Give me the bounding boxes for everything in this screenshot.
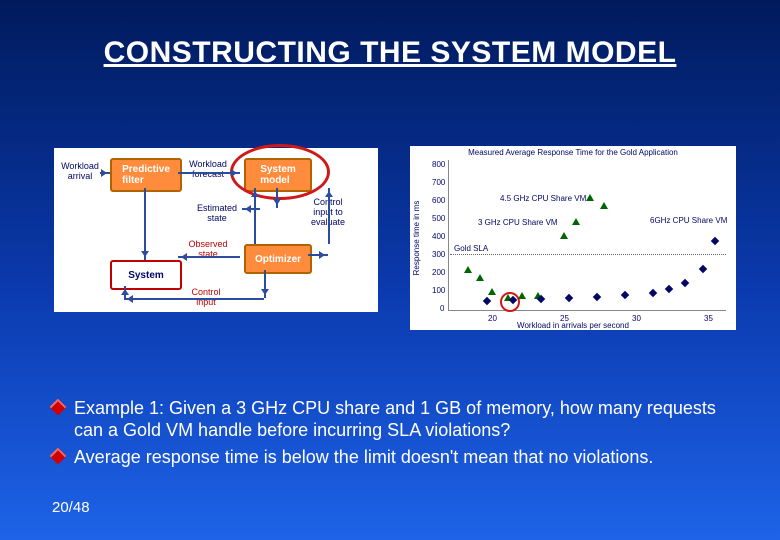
- diamond-bullet-icon: [50, 447, 67, 464]
- arrow-icon: [178, 172, 240, 174]
- xtick: 25: [560, 314, 569, 323]
- point-icon: [699, 265, 707, 273]
- point-icon: [665, 285, 673, 293]
- series1-label: 4.5 GHz CPU Share VM: [500, 194, 586, 203]
- arrow-icon: [124, 298, 264, 300]
- point-icon: [488, 288, 496, 295]
- predictive-filter-box: Predictivefilter: [110, 158, 182, 192]
- ytick: 100: [432, 286, 445, 295]
- point-icon: [537, 295, 545, 303]
- optimizer-box: Optimizer: [244, 244, 312, 274]
- point-icon: [518, 292, 526, 299]
- point-icon: [649, 289, 657, 297]
- point-icon: [593, 293, 601, 301]
- estimated-state-label: Estimatedstate: [192, 204, 242, 224]
- gold-sla-line: [450, 254, 726, 255]
- diamond-bullet-icon: [50, 398, 67, 415]
- gold-sla-label: Gold SLA: [454, 244, 488, 253]
- xtick: 30: [632, 314, 641, 323]
- slide: CONSTRUCTING THE SYSTEM MODEL Workloadar…: [0, 0, 780, 540]
- series2-label: 3 GHz CPU Share VM: [478, 218, 558, 227]
- point-icon: [483, 297, 491, 305]
- point-icon: [600, 202, 608, 209]
- arrow-icon: [264, 270, 266, 298]
- xtick: 20: [488, 314, 497, 323]
- ytick: 500: [432, 214, 445, 223]
- xtick: 35: [704, 314, 713, 323]
- point-icon: [565, 294, 573, 302]
- arrow-icon: [308, 254, 328, 256]
- point-icon: [560, 232, 568, 239]
- chart: Measured Average Response Time for the G…: [410, 146, 736, 330]
- ytick: 400: [432, 232, 445, 241]
- bullet-item: Average response time is below the limit…: [52, 446, 736, 469]
- page-number: 20/48: [52, 499, 90, 516]
- ytick: 700: [432, 178, 445, 187]
- point-icon: [572, 218, 580, 225]
- ytick: 800: [432, 160, 445, 169]
- arrow-icon: [144, 188, 146, 260]
- chart-title: Measured Average Response Time for the G…: [410, 148, 736, 157]
- system-diagram: Workloadarrival Predictivefilter Workloa…: [54, 148, 378, 312]
- arrow-icon: [178, 256, 240, 258]
- arrow-icon: [100, 172, 110, 174]
- point-icon: [586, 194, 594, 201]
- ytick: 0: [440, 304, 444, 313]
- ytick: 600: [432, 196, 445, 205]
- chart-ylabel: Response time in ms: [412, 201, 421, 276]
- workload-forecast-label: Workloadforecast: [184, 160, 232, 180]
- bullet-text: Example 1: Given a 3 GHz CPU share and 1…: [74, 398, 716, 441]
- arrow-icon: [328, 188, 330, 244]
- bullet-text: Average response time is below the limit…: [74, 447, 653, 467]
- point-icon: [711, 237, 719, 245]
- y-axis: [448, 160, 449, 310]
- point-icon: [464, 266, 472, 273]
- workload-arrival-label: Workloadarrival: [58, 162, 102, 182]
- bullets: Example 1: Given a 3 GHz CPU share and 1…: [52, 397, 736, 473]
- series3-label: 6GHz CPU Share VM: [650, 216, 727, 225]
- point-icon: [476, 274, 484, 281]
- arrow-icon: [242, 208, 260, 210]
- chart-xlabel: Workload in arrivals per second: [410, 321, 736, 330]
- bullet-item: Example 1: Given a 3 GHz CPU share and 1…: [52, 397, 736, 442]
- ytick: 200: [432, 268, 445, 277]
- page-title: CONSTRUCTING THE SYSTEM MODEL: [0, 36, 780, 70]
- x-axis: [448, 310, 726, 311]
- arrow-icon: [254, 188, 256, 244]
- point-icon: [621, 291, 629, 299]
- highlight-circle-icon: [230, 144, 330, 200]
- ytick: 300: [432, 250, 445, 259]
- arrow-icon: [276, 188, 278, 208]
- arrow-icon: [124, 286, 126, 298]
- point-icon: [681, 279, 689, 287]
